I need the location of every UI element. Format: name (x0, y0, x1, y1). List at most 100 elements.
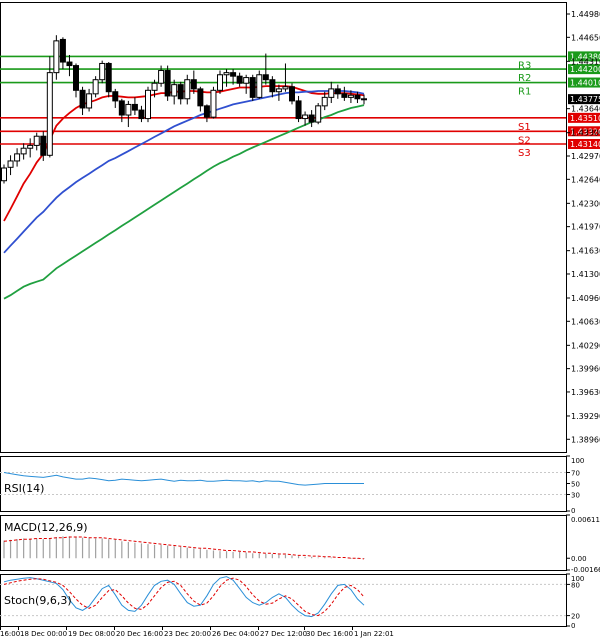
candle-body-up (347, 94, 354, 98)
candle-body-up (282, 86, 289, 90)
candle-body-up (7, 160, 14, 168)
level-price-label: 1.44200 (570, 65, 600, 74)
price-tick-label: 1.44650 (571, 33, 600, 42)
candle-body-up (315, 105, 322, 123)
time-tick-label: 18 Dec 00:00 (20, 630, 67, 638)
level-price-label: 1.43510 (570, 114, 600, 123)
candle-body-down (79, 89, 86, 109)
candle-body-up (92, 79, 99, 95)
candle (145, 86, 151, 123)
price-tick-label: 1.40960 (571, 294, 600, 303)
price-tick-label: 1.39960 (571, 365, 600, 374)
candle-body-down (341, 93, 348, 98)
candle-body-down (203, 105, 210, 118)
candle-body-up (321, 96, 328, 107)
candle-body-down (118, 100, 125, 116)
candle-body-up (14, 153, 21, 162)
macd-tick-label: -0.001664 (571, 566, 600, 574)
time-tick-label: 1 Jan 22:01 (354, 630, 394, 638)
time-tick-label: 30 Dec 16:00 (306, 630, 353, 638)
candle-body-up (210, 89, 217, 118)
candle-body-down (112, 91, 119, 102)
price-tick-label: 1.41630 (571, 247, 600, 256)
candle (256, 70, 263, 99)
candle-body-down (289, 86, 295, 102)
price-tick-label: 1.40630 (571, 317, 600, 326)
candle (164, 65, 171, 101)
candle-body-up (275, 88, 282, 93)
price-tick-label: 1.41300 (571, 270, 600, 279)
price-tick-label: 1.41970 (571, 223, 600, 232)
candle-body-up (223, 72, 230, 76)
price-tick-label: 1.39290 (571, 412, 600, 421)
candle-body-down (138, 109, 145, 120)
macd-tick-label: 0.006119 (571, 516, 600, 524)
rsi-tick-label: 70 (571, 470, 580, 478)
chart-canvas: R31.44380R21.44200R11.44010S11.43510S21.… (0, 2, 600, 638)
time-tick-label: 16:00 (0, 630, 20, 638)
candle (92, 76, 99, 98)
candle-body-down (131, 103, 138, 111)
candle-body-up (20, 147, 27, 155)
time-tick-label: 27 Dec 12:00 (260, 630, 307, 638)
candle-body-down (40, 135, 47, 156)
candle-body-up (27, 144, 34, 149)
price-tick-label: 1.42970 (571, 152, 600, 161)
candle-body-down (236, 75, 243, 84)
candle-body-up (171, 84, 178, 97)
candle-body-up (158, 70, 165, 84)
current-price-label: 1.43775 (570, 95, 600, 104)
candle (315, 103, 322, 125)
candle-body-down (230, 72, 237, 77)
candle-body-up (53, 40, 60, 74)
candle-body-up (1, 167, 7, 182)
candle-body-up (184, 79, 191, 100)
candle-body-up (328, 88, 335, 98)
candle-body-down (73, 65, 79, 91)
candle-body-down (177, 84, 184, 100)
candle-body-down (295, 100, 302, 120)
candle (249, 74, 256, 101)
candle (105, 62, 112, 98)
stoch-tick-label: 0 (571, 622, 575, 630)
time-tick-label: 23 Dec 20:00 (164, 630, 211, 638)
candle-body-down (105, 62, 112, 93)
candle (99, 60, 106, 84)
price-axis: 1.44980 1.44650 1.44310 1.43640 1.43300 1.429… (566, 10, 600, 444)
level-name-s3: S3 (518, 148, 531, 159)
candle-body-down (262, 74, 269, 81)
candle-body-up (151, 82, 158, 91)
candle-body-down (334, 88, 341, 95)
candle-body-down (249, 77, 256, 98)
candle-body-down (308, 114, 315, 123)
time-tick-label: 19 Dec 08:00 (68, 630, 115, 638)
level-price-label: 1.44010 (570, 79, 600, 88)
time-axis: 16:00 18 Dec 00:00 19 Dec 08:00 20 Dec 16:0… (0, 626, 394, 638)
candle-body-down (361, 98, 367, 101)
candle-body-up (86, 93, 93, 109)
candle-body-up (46, 72, 53, 156)
candle-body-up (145, 89, 151, 120)
price-tick-label: 1.43300 (571, 129, 600, 138)
level-price-label: 1.43140 (570, 140, 600, 149)
price-tick-label: 1.42300 (571, 199, 600, 208)
macd-title: MACD(12,26,9) (4, 521, 88, 534)
chart-window: R3 1.44380 R2 1.44200 R1 1.44010 S1 1.43510 S2 1.… (0, 0, 600, 638)
macd-tick-label: 0.00 (571, 555, 587, 563)
price-tick-label: 1.39630 (571, 388, 600, 397)
time-tick-label: 20 Dec 16:00 (116, 630, 163, 638)
rsi-tick-label: 0 (571, 507, 575, 515)
candle-body-up (217, 74, 223, 91)
candle-body-up (33, 135, 40, 146)
rsi-tick-label: 30 (571, 492, 580, 500)
rsi-tick-label: 100 (571, 457, 584, 465)
price-tick-label: 1.43640 (571, 105, 600, 114)
candle-body-down (164, 70, 171, 97)
rsi-title: RSI(14) (4, 482, 44, 495)
candle-body-up (256, 74, 263, 98)
candle-body-down (354, 94, 361, 100)
candle-body-down (66, 61, 73, 67)
price-tick-label: 1.44310 (571, 57, 600, 66)
candle (210, 86, 217, 119)
candle-body-down (190, 79, 197, 90)
